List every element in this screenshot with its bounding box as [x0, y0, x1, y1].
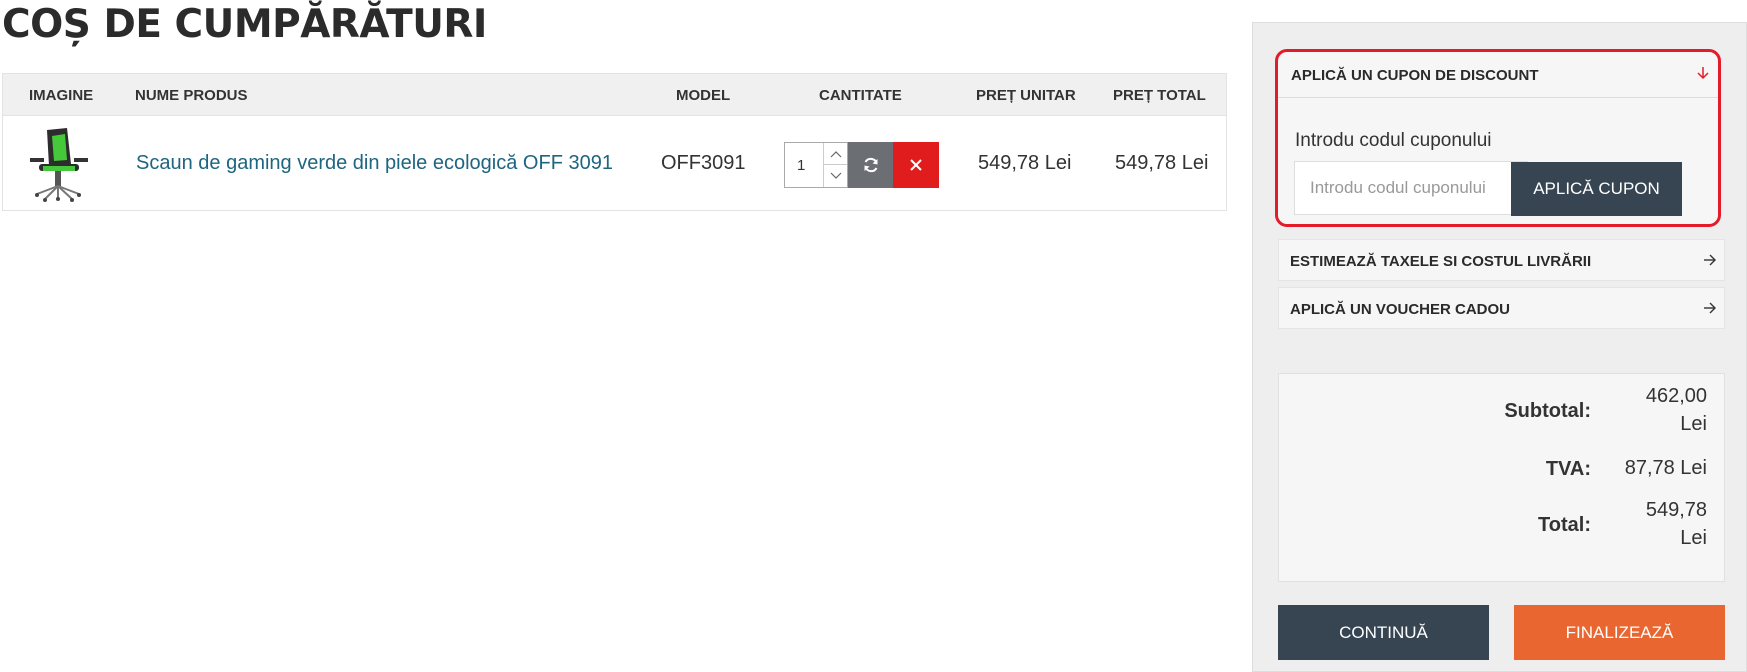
column-header-total-price: PREȚ TOTAL: [1113, 87, 1206, 104]
arrow-right-icon: [1704, 254, 1716, 266]
tva-label: TVA:: [1545, 458, 1591, 480]
total-value: 549,78 Lei: [1645, 499, 1707, 549]
subtotal-label: Subtotal:: [1504, 400, 1591, 422]
checkout-button[interactable]: FINALIZEAZĂ: [1514, 605, 1725, 660]
close-icon: [910, 159, 922, 171]
quantity-increase-button[interactable]: [823, 143, 847, 165]
chevron-down-icon: [830, 172, 841, 179]
apply-coupon-button[interactable]: APLICĂ CUPON: [1511, 162, 1682, 216]
total-price: 549,78 Lei: [1115, 152, 1209, 174]
arrow-down-icon: [1697, 67, 1709, 80]
total-label: Total:: [1538, 514, 1591, 536]
cart-table: IMAGINE NUME PRODUS MODEL CANTITATE PREȚ…: [2, 73, 1227, 211]
coupon-panel-header[interactable]: APLICĂ UN CUPON DE DISCOUNT: [1278, 52, 1718, 98]
remove-item-button[interactable]: [893, 142, 939, 188]
refresh-icon: [864, 157, 877, 173]
shipping-estimate-panel[interactable]: ESTIMEAZĂ TAXELE SI COSTUL LIVRĂRII: [1278, 239, 1725, 281]
unit-price: 549,78 Lei: [978, 152, 1072, 174]
coupon-panel: APLICĂ UN CUPON DE DISCOUNT Introdu codu…: [1275, 49, 1721, 227]
table-row: Scaun de gaming verde din piele ecologic…: [3, 116, 1226, 211]
shipping-estimate-title: ESTIMEAZĂ TAXELE SI COSTUL LIVRĂRII: [1290, 253, 1592, 270]
quantity-decrease-button[interactable]: [823, 165, 847, 187]
cart-sidebar: APLICĂ UN CUPON DE DISCOUNT Introdu codu…: [1252, 22, 1747, 672]
continue-shopping-button[interactable]: CONTINUĂ: [1278, 605, 1489, 660]
gift-voucher-title: APLICĂ UN VOUCHER CADOU: [1290, 301, 1511, 318]
product-model: OFF3091: [661, 152, 746, 174]
page-title: COȘ DE CUMPĂRĂTURI: [2, 2, 487, 47]
gaming-chair-image[interactable]: [27, 126, 91, 202]
subtotal-value: 462,00 Lei: [1645, 385, 1707, 435]
coupon-code-label: Introdu codul cuponului: [1295, 130, 1492, 151]
update-quantity-button[interactable]: [848, 142, 893, 188]
column-header-name: NUME PRODUS: [135, 87, 248, 104]
gift-voucher-panel[interactable]: APLICĂ UN VOUCHER CADOU: [1278, 287, 1725, 329]
tva-value: 87,78 Lei: [1624, 457, 1707, 479]
column-header-quantity: CANTITATE: [819, 87, 902, 104]
product-name-link[interactable]: Scaun de gaming verde din piele ecologic…: [136, 152, 613, 175]
cart-table-header: IMAGINE NUME PRODUS MODEL CANTITATE PREȚ…: [3, 74, 1226, 116]
coupon-panel-title: APLICĂ UN CUPON DE DISCOUNT: [1291, 67, 1539, 84]
arrow-right-icon: [1704, 302, 1716, 314]
chevron-up-icon: [830, 150, 841, 157]
coupon-code-input[interactable]: [1294, 161, 1528, 215]
order-totals: Subtotal: 462,00 Lei TVA: 87,78 Lei Tota…: [1278, 373, 1725, 582]
column-header-model: MODEL: [676, 87, 731, 104]
quantity-stepper: [784, 142, 939, 188]
column-header-image: IMAGINE: [29, 87, 94, 104]
column-header-unit-price: PREȚ UNITAR: [976, 87, 1076, 104]
